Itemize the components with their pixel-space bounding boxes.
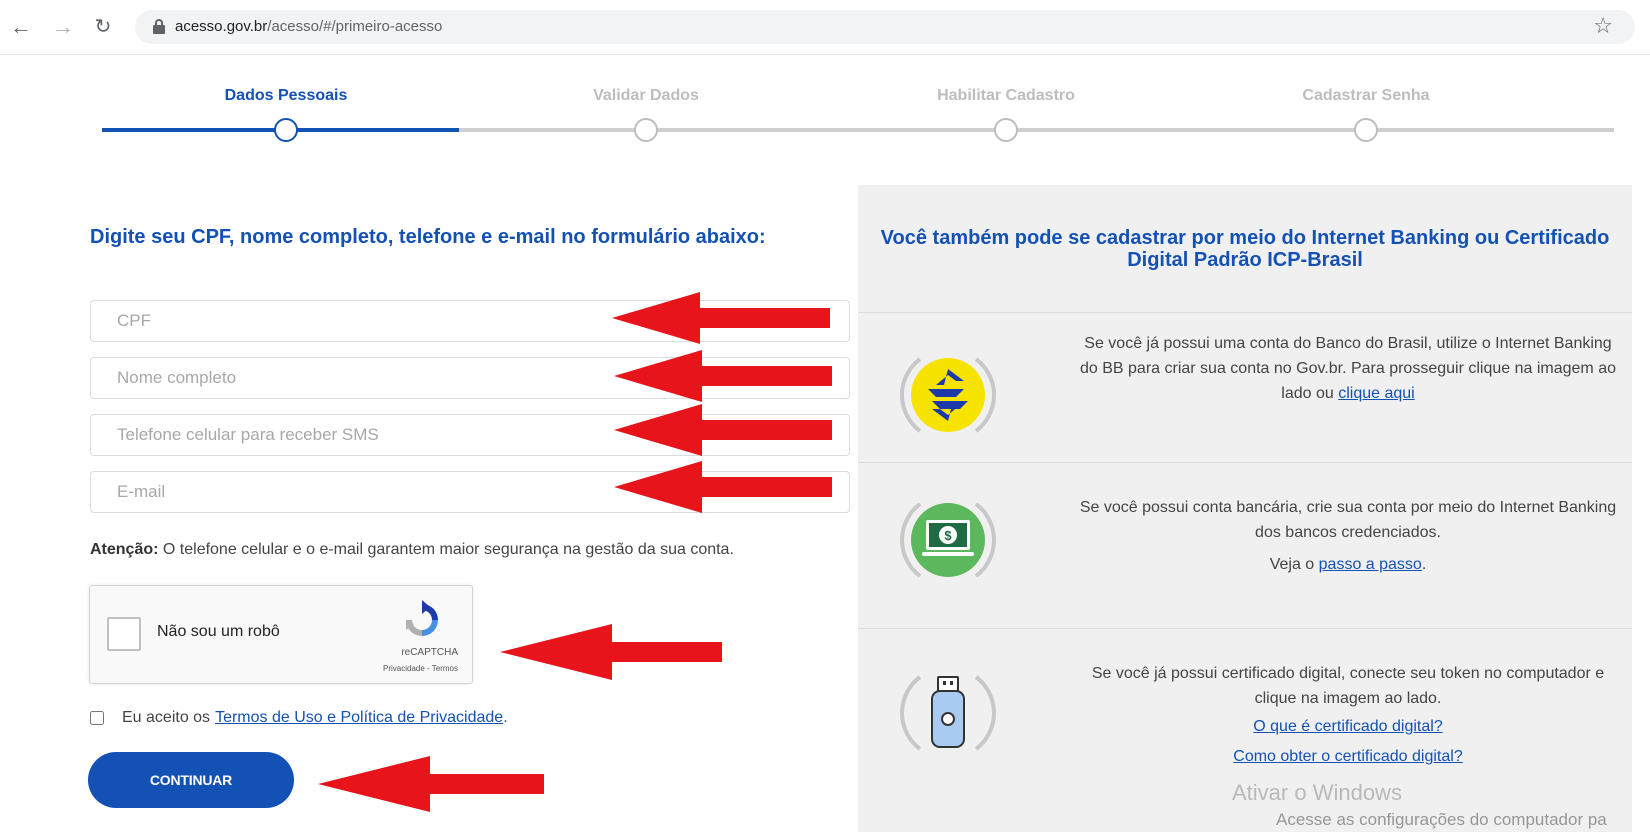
terms-row: Eu aceito os Termos de Uso e Política de… — [90, 709, 508, 727]
terms-suffix: . — [503, 709, 508, 726]
step-dot-habilitar-cadastro — [994, 118, 1018, 142]
bb-clique-aqui-link[interactable]: clique aqui — [1338, 385, 1415, 402]
recaptcha-brand: reCAPTCHA — [401, 647, 458, 658]
step-dot-dados-pessoais — [274, 118, 298, 142]
browser-toolbar: ← → ↻ acesso.gov.br/acesso/#/primeiro-ac… — [0, 0, 1650, 55]
how-to-get-certificate-link[interactable]: Como obter o certificado digital? — [1078, 748, 1618, 766]
cert-option-text: Se você já possui certificado digital, c… — [1091, 665, 1605, 707]
step-label-cadastrar-senha: Cadastrar Senha — [1302, 87, 1430, 104]
page: ← → ↻ acesso.gov.br/acesso/#/primeiro-ac… — [0, 0, 1650, 832]
usb-token-icon[interactable] — [898, 663, 998, 763]
continue-button[interactable]: CONTINUAR — [88, 752, 294, 808]
windows-watermark-text: Acesse as configurações do computador pa — [1276, 810, 1607, 829]
recaptcha-checkbox[interactable] — [107, 617, 141, 651]
attention-text: O telefone celular e o e-mail garantem m… — [158, 541, 734, 558]
terms-checkbox[interactable] — [90, 711, 104, 725]
step-dot-validar-dados — [634, 118, 658, 142]
windows-watermark-title: Ativar o Windows — [1232, 780, 1402, 805]
reload-icon[interactable]: ↻ — [90, 14, 116, 40]
passo-a-passo-link[interactable]: passo a passo — [1319, 556, 1422, 573]
laptop-money-icon[interactable]: $ — [898, 490, 998, 590]
banks-see-prefix: Veja o — [1269, 556, 1319, 573]
annotation-arrow-icon — [318, 756, 544, 812]
attention-note: Atenção: O telefone celular e o e-mail g… — [90, 541, 734, 559]
registration-stepper: Dados Pessoais Validar Dados Habilitar C… — [102, 80, 1614, 150]
address-bar[interactable]: acesso.gov.br/acesso/#/primeiro-acesso ☆ — [135, 10, 1635, 44]
step-dot-cadastrar-senha — [1354, 118, 1378, 142]
bookmark-star-icon[interactable]: ☆ — [1593, 13, 1613, 39]
banks-see-suffix: . — [1421, 556, 1427, 573]
lock-icon — [153, 19, 165, 35]
recaptcha-label: Não sou um robô — [157, 623, 280, 640]
annotation-arrow-icon — [614, 404, 832, 456]
recaptcha-links[interactable]: Privacidade - Termos — [383, 664, 458, 673]
url-host: acesso.gov.br — [175, 18, 268, 35]
panel-title: Você também pode se cadastrar por meio d… — [880, 227, 1610, 271]
annotation-arrow-icon — [614, 350, 832, 402]
recaptcha-logo-icon — [406, 600, 438, 636]
panel-divider — [858, 312, 1632, 313]
recaptcha-widget: Não sou um robô reCAPTCHA Privacidade - … — [89, 585, 473, 684]
terms-link[interactable]: Termos de Uso e Política de Privacidade — [215, 709, 503, 727]
annotation-arrow-icon — [612, 292, 830, 344]
step-label-habilitar-cadastro: Habilitar Cadastro — [937, 87, 1075, 104]
banco-do-brasil-logo-icon[interactable] — [898, 345, 998, 445]
back-arrow-icon[interactable]: ← — [8, 14, 34, 40]
terms-prefix: Eu aceito os — [122, 709, 211, 726]
alternative-registration-panel: Você também pode se cadastrar por meio d… — [858, 185, 1632, 832]
banks-option-text: Se você possui conta bancária, crie sua … — [1079, 499, 1617, 541]
url-text[interactable]: acesso.gov.br/acesso/#/primeiro-acesso — [175, 18, 442, 35]
forward-arrow-icon[interactable]: → — [50, 14, 76, 40]
step-label-validar-dados: Validar Dados — [593, 87, 699, 104]
banks-step-by-step: Veja o passo a passo. — [1078, 552, 1618, 577]
panel-divider — [858, 462, 1632, 463]
what-is-certificate-link[interactable]: O que é certificado digital? — [1078, 718, 1618, 736]
bb-option-text: Se você já possui uma conta do Banco do … — [1078, 331, 1618, 406]
annotation-arrow-icon — [614, 461, 832, 513]
annotation-arrow-icon — [500, 624, 722, 680]
form-title: Digite seu CPF, nome completo, telefone … — [90, 226, 766, 248]
svg-text:$: $ — [944, 528, 952, 543]
url-path: /acesso/#/primeiro-acesso — [267, 18, 443, 35]
step-label-dados-pessoais: Dados Pessoais — [224, 87, 348, 104]
panel-divider — [858, 628, 1632, 629]
attention-label: Atenção: — [90, 541, 159, 558]
